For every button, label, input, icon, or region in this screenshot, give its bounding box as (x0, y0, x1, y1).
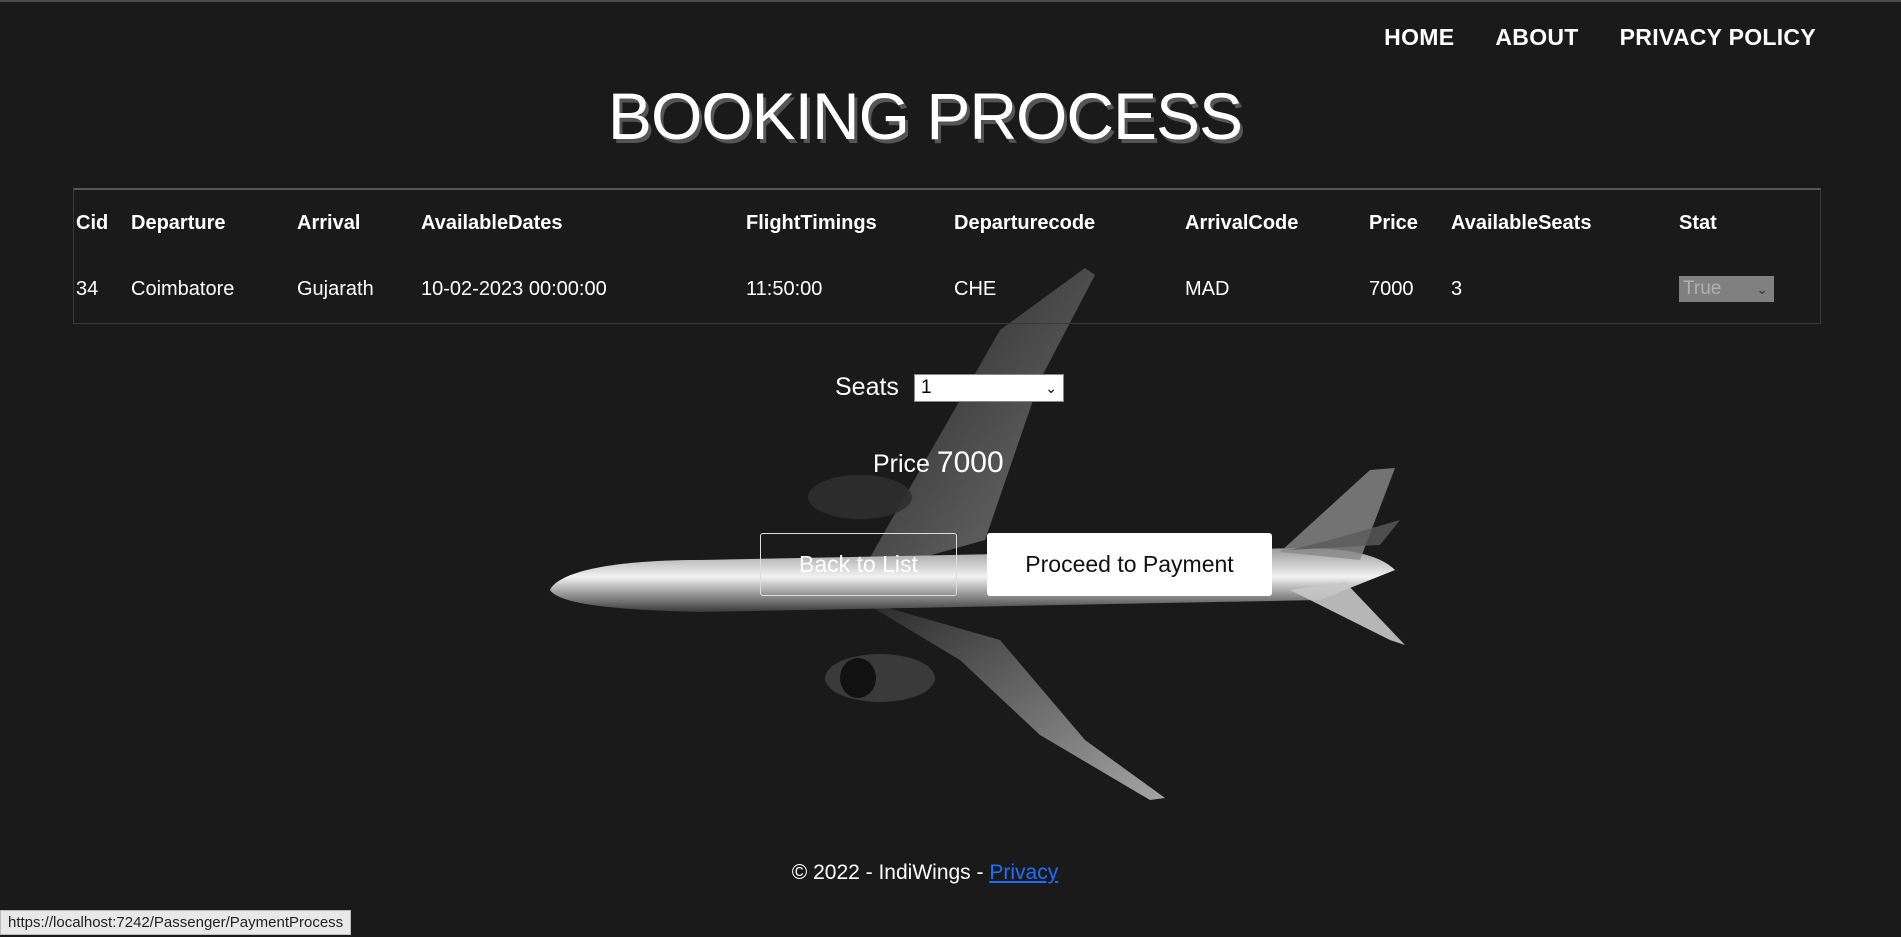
cell-price: 7000 (1369, 277, 1414, 300)
column-header-available-dates: AvailableDates (421, 211, 563, 234)
flight-table: Cid Departure Arrival AvailableDates Fli… (74, 190, 1820, 322)
column-header-stat: Stat (1679, 211, 1717, 234)
column-header-cid: Cid (76, 211, 109, 234)
table-header-row: Cid Departure Arrival AvailableDates Fli… (74, 190, 1820, 256)
page-title: BOOKING PROCESS (607, 79, 1243, 153)
cell-arrival: Gujarath (297, 277, 374, 300)
column-header-departure-code: Departurecode (954, 211, 1096, 234)
nav-privacy-policy-link[interactable]: PRIVACY POLICY (1620, 24, 1816, 51)
column-header-available-seats: AvailableSeats (1451, 211, 1592, 234)
price-value: 7000 (936, 446, 1004, 479)
column-header-arrival-code: ArrivalCode (1185, 211, 1299, 234)
cell-flight-timings: 11:50:00 (746, 277, 823, 300)
proceed-to-payment-button[interactable]: Proceed to Payment (987, 533, 1272, 596)
browser-status-url: https://localhost:7242/Passenger/Payment… (0, 910, 352, 935)
table-row: 34 Coimbatore Gujarath 10-02-2023 00:00:… (74, 256, 1820, 322)
column-header-flight-timings: FlightTimings (746, 211, 877, 234)
cell-cid: 34 (76, 277, 99, 300)
cell-arrival-code: MAD (1185, 277, 1230, 300)
seats-select[interactable]: 1 ⌄ (913, 373, 1064, 402)
chevron-down-icon: ⌄ (1045, 379, 1057, 396)
stat-select-disabled: True ⌄ (1679, 276, 1774, 302)
price-label: Price (873, 450, 930, 478)
cell-departure: Coimbatore (131, 277, 235, 300)
seats-label: Seats (835, 373, 899, 401)
column-header-arrival: Arrival (297, 211, 361, 234)
column-header-departure: Departure (131, 211, 226, 234)
top-border (0, 0, 1901, 2)
cell-available-seats: 3 (1451, 277, 1463, 300)
chevron-down-icon: ⌄ (1756, 281, 1768, 297)
footer-copyright: © 2022 - IndiWings - (791, 861, 990, 884)
stat-select-value: True (1683, 278, 1722, 299)
cell-stat: True ⌄ (1677, 256, 1820, 322)
footer-privacy-link[interactable]: Privacy (989, 861, 1058, 884)
column-header-price: Price (1369, 211, 1418, 234)
nav-home-link[interactable]: HOME (1384, 24, 1454, 51)
cell-available-dates: 10-02-2023 00:00:00 (421, 277, 607, 300)
flight-table-container: Cid Departure Arrival AvailableDates Fli… (73, 188, 1821, 324)
nav-about-link[interactable]: ABOUT (1495, 24, 1578, 51)
cell-departure-code: CHE (954, 277, 997, 300)
back-to-list-button[interactable]: Back to List (760, 533, 957, 596)
seats-selector-group: Seats 1 ⌄ (835, 373, 1064, 402)
top-navigation: HOME ABOUT PRIVACY POLICY (1384, 24, 1816, 51)
price-display: Price 7000 (873, 446, 1004, 480)
footer: © 2022 - IndiWings - Privacy (0, 861, 1850, 885)
seats-select-value: 1 (920, 376, 932, 398)
